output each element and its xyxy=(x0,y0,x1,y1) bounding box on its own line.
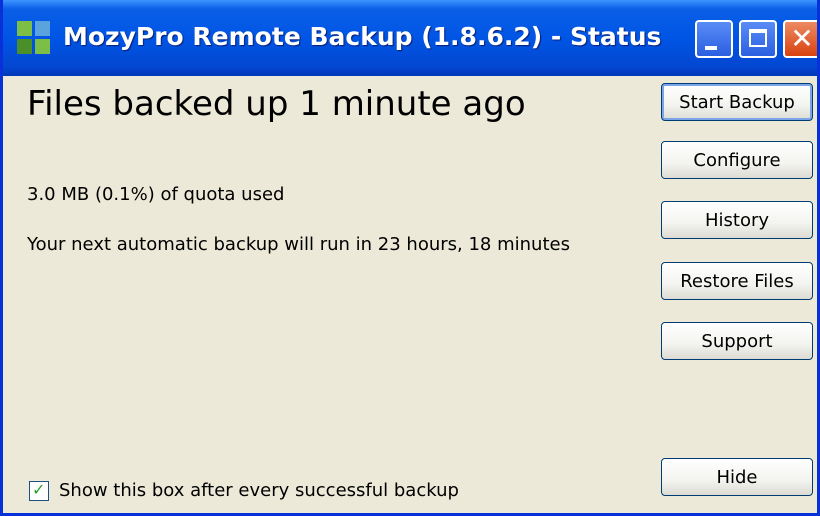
app-icon-square xyxy=(17,39,32,54)
backup-status-heading: Files backed up 1 minute ago xyxy=(27,84,526,124)
app-icon-square xyxy=(35,39,50,54)
status-window: MozyPro Remote Backup (1.8.6.2) - Status… xyxy=(0,0,820,516)
next-backup-text: Your next automatic backup will run in 2… xyxy=(27,234,570,255)
mozy-app-icon xyxy=(17,21,51,55)
start-backup-button[interactable]: Start Backup xyxy=(661,83,813,121)
close-icon: ✕ xyxy=(790,22,814,55)
quota-usage-text: 3.0 MB (0.1%) of quota used xyxy=(27,184,285,205)
maximize-icon xyxy=(749,29,767,47)
window-title: MozyPro Remote Backup (1.8.6.2) - Status xyxy=(63,22,662,51)
show-after-backup-checkbox[interactable]: ✓ xyxy=(29,480,49,501)
minimize-icon xyxy=(705,46,717,50)
checkmark-icon: ✓ xyxy=(32,480,46,499)
maximize-button[interactable] xyxy=(739,20,777,58)
restore-files-button[interactable]: Restore Files xyxy=(661,262,813,300)
app-icon-square xyxy=(17,21,32,36)
app-icon-square xyxy=(35,21,50,36)
support-button[interactable]: Support xyxy=(661,322,813,360)
hide-button[interactable]: Hide xyxy=(661,458,813,496)
history-button[interactable]: History xyxy=(661,201,813,239)
title-bar[interactable]: MozyPro Remote Backup (1.8.6.2) - Status… xyxy=(3,0,817,76)
close-button[interactable]: ✕ xyxy=(783,20,817,58)
minimize-button[interactable] xyxy=(695,20,733,58)
configure-button[interactable]: Configure xyxy=(661,141,813,179)
show-after-backup-label[interactable]: Show this box after every successful bac… xyxy=(59,480,459,501)
